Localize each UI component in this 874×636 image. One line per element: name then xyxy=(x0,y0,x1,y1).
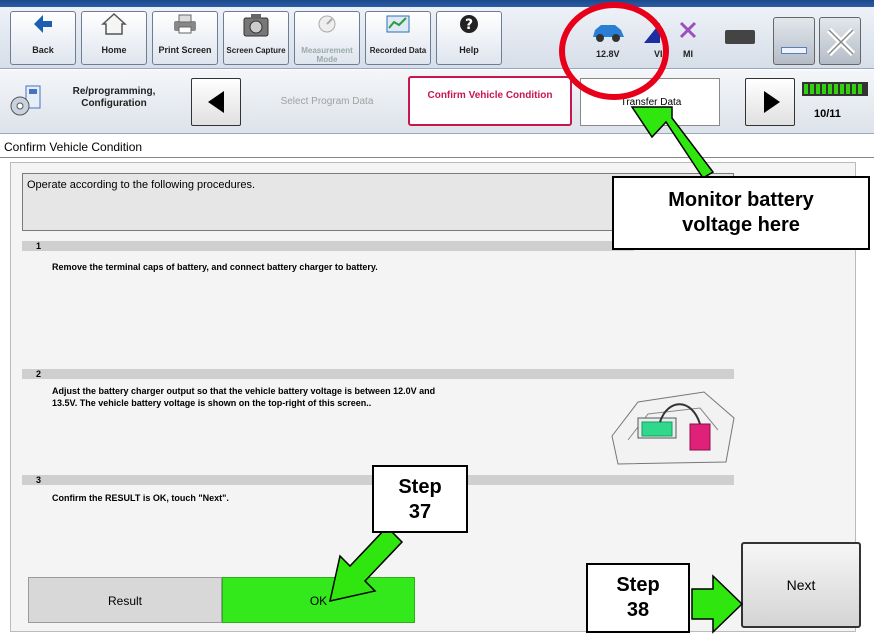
step-1-header: 1 xyxy=(22,241,634,251)
mi-label: MI xyxy=(683,49,693,59)
back-label: Back xyxy=(32,45,54,55)
instruction-text: Operate according to the following proce… xyxy=(27,179,256,191)
divider xyxy=(0,157,874,158)
measurement-mode-button[interactable]: Measurement Mode xyxy=(294,11,360,65)
screen-capture-button[interactable]: Screen Capture xyxy=(223,11,289,65)
step-2-text-line1: Adjust the battery charger output so tha… xyxy=(52,386,436,396)
close-icon xyxy=(825,26,857,63)
step-3-text: Confirm the RESULT is OK, touch "Next". xyxy=(52,493,229,503)
step-1-text: Remove the terminal caps of battery, and… xyxy=(52,262,378,272)
tab-confirm-vehicle-condition: Confirm Vehicle Condition xyxy=(408,76,572,126)
tab-select-program-data: Select Program Data xyxy=(247,78,407,126)
tab-select-program-data-label: Select Program Data xyxy=(280,96,374,107)
result-ok-value: OK xyxy=(222,577,415,623)
vi-label: VI xyxy=(654,49,663,59)
camera-icon xyxy=(224,12,288,46)
mi-x-icon xyxy=(677,19,699,46)
nav-bar: Re/programming, Configuration Select Pro… xyxy=(0,70,874,134)
monitor-callout-line2: voltage here xyxy=(682,214,800,236)
recorded-data-button[interactable]: Recorded Data xyxy=(365,11,431,65)
step-37-callout: Step 37 xyxy=(372,465,468,533)
step-1-number: 1 xyxy=(36,241,42,251)
measurement-icon xyxy=(295,12,359,46)
step-37-line2: 37 xyxy=(408,501,432,523)
home-button[interactable]: Home xyxy=(81,11,147,65)
help-icon: ? xyxy=(437,12,501,46)
progress-indicator: 10/11 xyxy=(802,82,868,124)
tab-transfer-data: Transfer Data xyxy=(580,78,720,126)
previous-step-button[interactable] xyxy=(191,78,241,126)
home-icon xyxy=(82,12,146,46)
print-screen-button[interactable]: Print Screen xyxy=(152,11,218,65)
monitor-callout-line1: Monitor battery xyxy=(668,189,814,211)
measurement-mode-label: Measurement Mode xyxy=(301,46,353,64)
page-indicator: 10/11 xyxy=(814,108,841,120)
title-bar xyxy=(0,0,874,7)
step-38-callout: Step 38 xyxy=(586,563,690,633)
home-label: Home xyxy=(101,45,127,55)
print-screen-label: Print Screen xyxy=(158,45,212,55)
step-2-number: 2 xyxy=(36,369,42,379)
recorded-data-icon xyxy=(366,12,430,46)
right-arrow-icon xyxy=(760,89,784,120)
printer-icon xyxy=(153,12,217,46)
monitor-battery-callout: Monitor battery voltage here xyxy=(612,176,870,250)
back-button[interactable]: Back xyxy=(10,11,76,65)
screen-capture-label: Screen Capture xyxy=(226,46,286,55)
next-step-button[interactable] xyxy=(745,78,795,126)
reprogramming-icon xyxy=(6,84,48,123)
step-38-line2: 38 xyxy=(626,599,650,621)
step-38-line1: Step xyxy=(616,574,660,596)
tab-transfer-data-label: Transfer Data xyxy=(620,97,682,108)
result-label: Result xyxy=(28,577,222,623)
vehicle-battery-icon xyxy=(725,30,755,44)
step-3-number: 3 xyxy=(36,475,42,485)
vi-icon xyxy=(640,19,664,50)
left-arrow-icon xyxy=(204,89,228,120)
toolbar: Back Home Print Screen Screen Capture Me… xyxy=(0,7,874,69)
close-button[interactable] xyxy=(819,17,861,65)
car-icon xyxy=(590,21,626,48)
page-title: Confirm Vehicle Condition xyxy=(4,140,143,154)
recorded-data-label: Recorded Data xyxy=(369,46,427,55)
step-2-text-line2: 13.5V. The vehicle battery voltage is sh… xyxy=(52,398,372,408)
help-button[interactable]: ? Help xyxy=(436,11,502,65)
battery-voltage: 12.8V xyxy=(596,49,620,59)
help-label: Help xyxy=(459,45,479,55)
back-arrow-icon xyxy=(11,12,75,46)
minimize-icon xyxy=(781,47,807,54)
minimize-button[interactable] xyxy=(773,17,815,65)
section-label: Re/programming, Configuration xyxy=(72,86,156,109)
tab-confirm-vehicle-condition-label: Confirm Vehicle Condition xyxy=(427,90,553,101)
progress-bar-icon xyxy=(802,82,868,96)
step-37-line1: Step xyxy=(398,476,442,498)
battery-charger-illustration xyxy=(608,378,738,475)
next-button[interactable]: Next xyxy=(741,542,861,628)
svg-text:?: ? xyxy=(465,17,473,33)
